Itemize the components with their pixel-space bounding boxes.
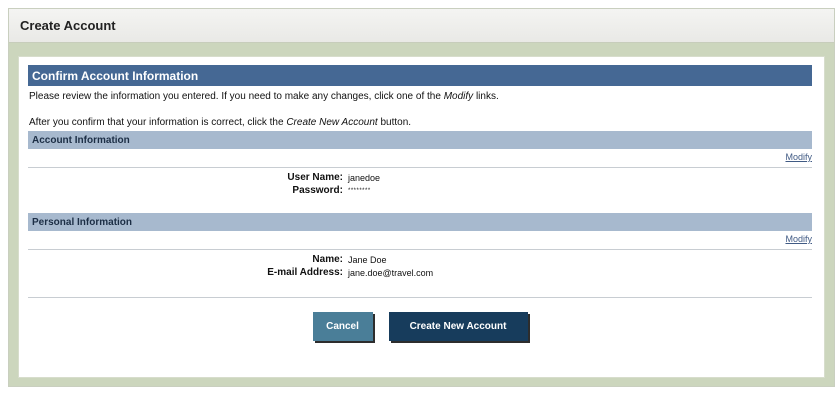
personal-section-header: Personal Information — [28, 213, 812, 231]
name-label: Name: — [312, 254, 343, 265]
account-modify-link[interactable]: Modify — [785, 152, 812, 162]
personal-section-title: Personal Information — [32, 216, 133, 228]
password-label: Password: — [292, 185, 343, 196]
intro-paragraph-2: After you confirm that your information … — [29, 117, 812, 129]
intro-line1: Please review the information you entere… — [29, 91, 441, 102]
create-new-account-button[interactable]: Create New Account — [388, 312, 528, 341]
cancel-button[interactable]: Cancel — [312, 312, 373, 341]
personal-fields: Name: Jane Doe E-mail Address: jane.doe@… — [28, 253, 812, 279]
field-row-password: Password: ******** — [28, 184, 812, 197]
email-value: jane.doe@travel.com — [348, 267, 434, 278]
intro-create-word: Create New Account — [286, 117, 378, 128]
account-section-header: Account Information — [28, 131, 812, 149]
page-title: Create Account — [20, 18, 116, 33]
actions-divider — [28, 297, 812, 298]
confirm-heading-bar: Confirm Account Information — [28, 65, 812, 86]
confirm-heading: Confirm Account Information — [32, 68, 199, 83]
confirm-panel-content: Confirm Account Information Please revie… — [28, 65, 812, 341]
field-row-email: E-mail Address: jane.doe@travel.com — [28, 266, 812, 279]
username-value: janedoe — [348, 172, 381, 183]
account-divider — [28, 167, 812, 168]
password-value: ******** — [348, 187, 371, 194]
intro-paragraph-1: Please review the information you entere… — [29, 91, 812, 103]
intro-modify-word: Modify — [443, 91, 474, 102]
username-label: User Name: — [287, 172, 343, 183]
personal-modify-row: Modify — [28, 234, 812, 248]
intro-text: Please review the information you entere… — [29, 91, 812, 129]
intro-line2-start: After you confirm that your information … — [29, 117, 284, 128]
name-value: Jane Doe — [348, 254, 387, 265]
field-row-username: User Name: janedoe — [28, 171, 812, 184]
field-row-name: Name: Jane Doe — [28, 253, 812, 266]
account-modify-row: Modify — [28, 152, 812, 166]
intro-line1-end: links. — [475, 91, 499, 102]
account-section-title: Account Information — [32, 134, 130, 146]
intro-line2-end: button. — [380, 117, 412, 128]
action-buttons: Cancel Create New Account — [28, 312, 812, 341]
frame-header: Create Account — [9, 9, 834, 43]
create-account-frame: Create Account Confirm Account Informati… — [8, 8, 835, 387]
personal-divider — [28, 249, 812, 250]
account-fields: User Name: janedoe Password: ******** — [28, 171, 812, 197]
personal-modify-link[interactable]: Modify — [785, 234, 812, 244]
email-label: E-mail Address: — [267, 267, 343, 278]
confirm-panel: Confirm Account Information Please revie… — [18, 56, 825, 378]
